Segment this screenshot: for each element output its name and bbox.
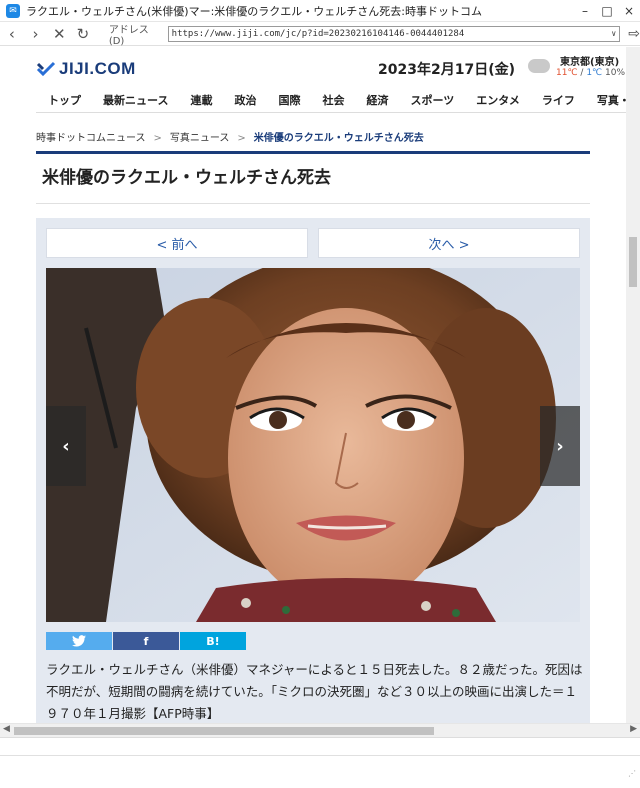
breadcrumb-photo-news[interactable]: 写真ニュース: [170, 133, 230, 144]
temp-separator: /: [577, 68, 587, 78]
nav-entertainment[interactable]: エンタメ: [476, 92, 520, 108]
slide-prev-arrow-icon[interactable]: ‹: [46, 406, 86, 486]
temp-high: 11℃: [556, 68, 578, 78]
resize-grip-icon[interactable]: ⋰: [628, 769, 636, 778]
stop-icon[interactable]: ✕: [47, 22, 71, 46]
slide-next-arrow-icon[interactable]: ›: [540, 406, 580, 486]
weather-city[interactable]: 東京都(東京): [560, 53, 619, 68]
status-divider: [0, 755, 640, 756]
breadcrumb-separator: >: [237, 133, 246, 144]
refresh-icon[interactable]: ↻: [71, 22, 95, 46]
close-button[interactable]: ×: [618, 0, 640, 22]
twitter-share-button[interactable]: [46, 632, 112, 650]
next-button[interactable]: 次へ >: [318, 228, 580, 258]
photo-caption: ラクエル・ウェルチさん（米俳優）マネジャーによると１５日死去した。８２歳だった。…: [46, 662, 583, 721]
vertical-scroll-thumb[interactable]: [629, 237, 637, 287]
nav-politics[interactable]: 政治: [234, 92, 256, 108]
article-photo[interactable]: ‹ ›: [46, 268, 580, 622]
horizontal-scroll-thumb[interactable]: [14, 727, 434, 735]
nav-photo-video[interactable]: 写真・動: [597, 92, 626, 108]
photo-panel: < 前へ 次へ > ‹ › f B! ラクエル・ウェルチさん（米俳優）マネジャー…: [36, 218, 590, 723]
site-logo-text: JIJI.COM: [59, 59, 136, 78]
breadcrumb-home[interactable]: 時事ドットコムニュース: [36, 133, 146, 144]
scroll-right-icon[interactable]: ▶: [630, 724, 637, 734]
address-dropdown-icon[interactable]: ∨: [611, 29, 616, 38]
window-titlebar: ✉ ラクエル・ウェルチさん(米俳優)マー:米俳優のラクエル・ウェルチさん死去:時…: [0, 0, 640, 22]
twitter-bird-icon: [72, 635, 86, 647]
go-arrow-icon[interactable]: ⇨: [628, 26, 640, 42]
page-title: 米俳優のラクエル・ウェルチさん死去: [42, 168, 331, 188]
address-url: https://www.jiji.com/jc/p?id=20230216104…: [171, 28, 465, 39]
browser-app-icon: ✉: [6, 3, 20, 18]
weather-temperature: 11℃ / 1℃ 10%: [556, 68, 625, 78]
nav-top[interactable]: トップ: [48, 92, 81, 108]
browser-toolbar: ‹ › ✕ ↻ アドレス(D) https://www.jiji.com/jc/…: [0, 22, 640, 47]
temp-low: 1℃: [586, 68, 603, 78]
nav-series[interactable]: 連載: [190, 92, 212, 108]
maximize-button[interactable]: □: [596, 0, 618, 22]
forward-arrow-icon[interactable]: ›: [24, 22, 48, 46]
facebook-share-button[interactable]: f: [113, 632, 179, 650]
horizontal-scrollbar[interactable]: ◀ ▶: [0, 723, 640, 737]
minimize-button[interactable]: –: [574, 0, 596, 22]
breadcrumb-current[interactable]: 米俳優のラクエル・ウェルチさん死去: [254, 133, 424, 144]
current-date: 2023年2月17日(金): [378, 62, 515, 78]
nav-international[interactable]: 国際: [278, 92, 300, 108]
title-rule: [36, 151, 590, 154]
vertical-scrollbar[interactable]: [626, 47, 640, 723]
nav-latest-news[interactable]: 最新ニュース: [103, 92, 168, 108]
rain-chance: 10%: [602, 68, 626, 78]
breadcrumb: 時事ドットコムニュース > 写真ニュース > 米俳優のラクエル・ウェルチさん死去: [36, 129, 424, 144]
nav-economy[interactable]: 経済: [366, 92, 388, 108]
share-buttons: f B!: [46, 632, 247, 650]
back-arrow-icon[interactable]: ‹: [0, 22, 24, 46]
portrait-image: [46, 268, 580, 622]
page-viewport: JIJI.COM 2023年2月17日(金) 東京都(東京) 11℃ / 1℃ …: [0, 47, 626, 723]
jiji-logo-icon: [36, 61, 56, 77]
nav-society[interactable]: 社会: [322, 92, 344, 108]
window-controls: – □ ×: [574, 0, 640, 22]
site-header: JIJI.COM 2023年2月17日(金) 東京都(東京) 11℃ / 1℃ …: [36, 47, 626, 87]
scroll-left-icon[interactable]: ◀: [3, 724, 10, 734]
nav-life[interactable]: ライフ: [542, 92, 575, 108]
address-input[interactable]: https://www.jiji.com/jc/p?id=20230216104…: [167, 25, 621, 42]
window-title: ラクエル・ウェルチさん(米俳優)マー:米俳優のラクエル・ウェルチさん死去:時事ド…: [26, 4, 482, 18]
prev-button[interactable]: < 前へ: [46, 228, 308, 258]
title-divider: [36, 203, 590, 204]
nav-sports[interactable]: スポーツ: [410, 92, 454, 108]
global-nav: トップ 最新ニュース 連載 政治 国際 社会 経済 スポーツ エンタメ ライフ …: [36, 87, 626, 113]
address-label: アドレス(D): [108, 24, 149, 47]
status-bar: ⋰: [0, 737, 640, 788]
cloud-icon: [528, 59, 550, 73]
breadcrumb-separator: >: [153, 133, 162, 144]
hatena-bookmark-button[interactable]: B!: [180, 632, 246, 650]
site-logo[interactable]: JIJI.COM: [36, 59, 136, 79]
